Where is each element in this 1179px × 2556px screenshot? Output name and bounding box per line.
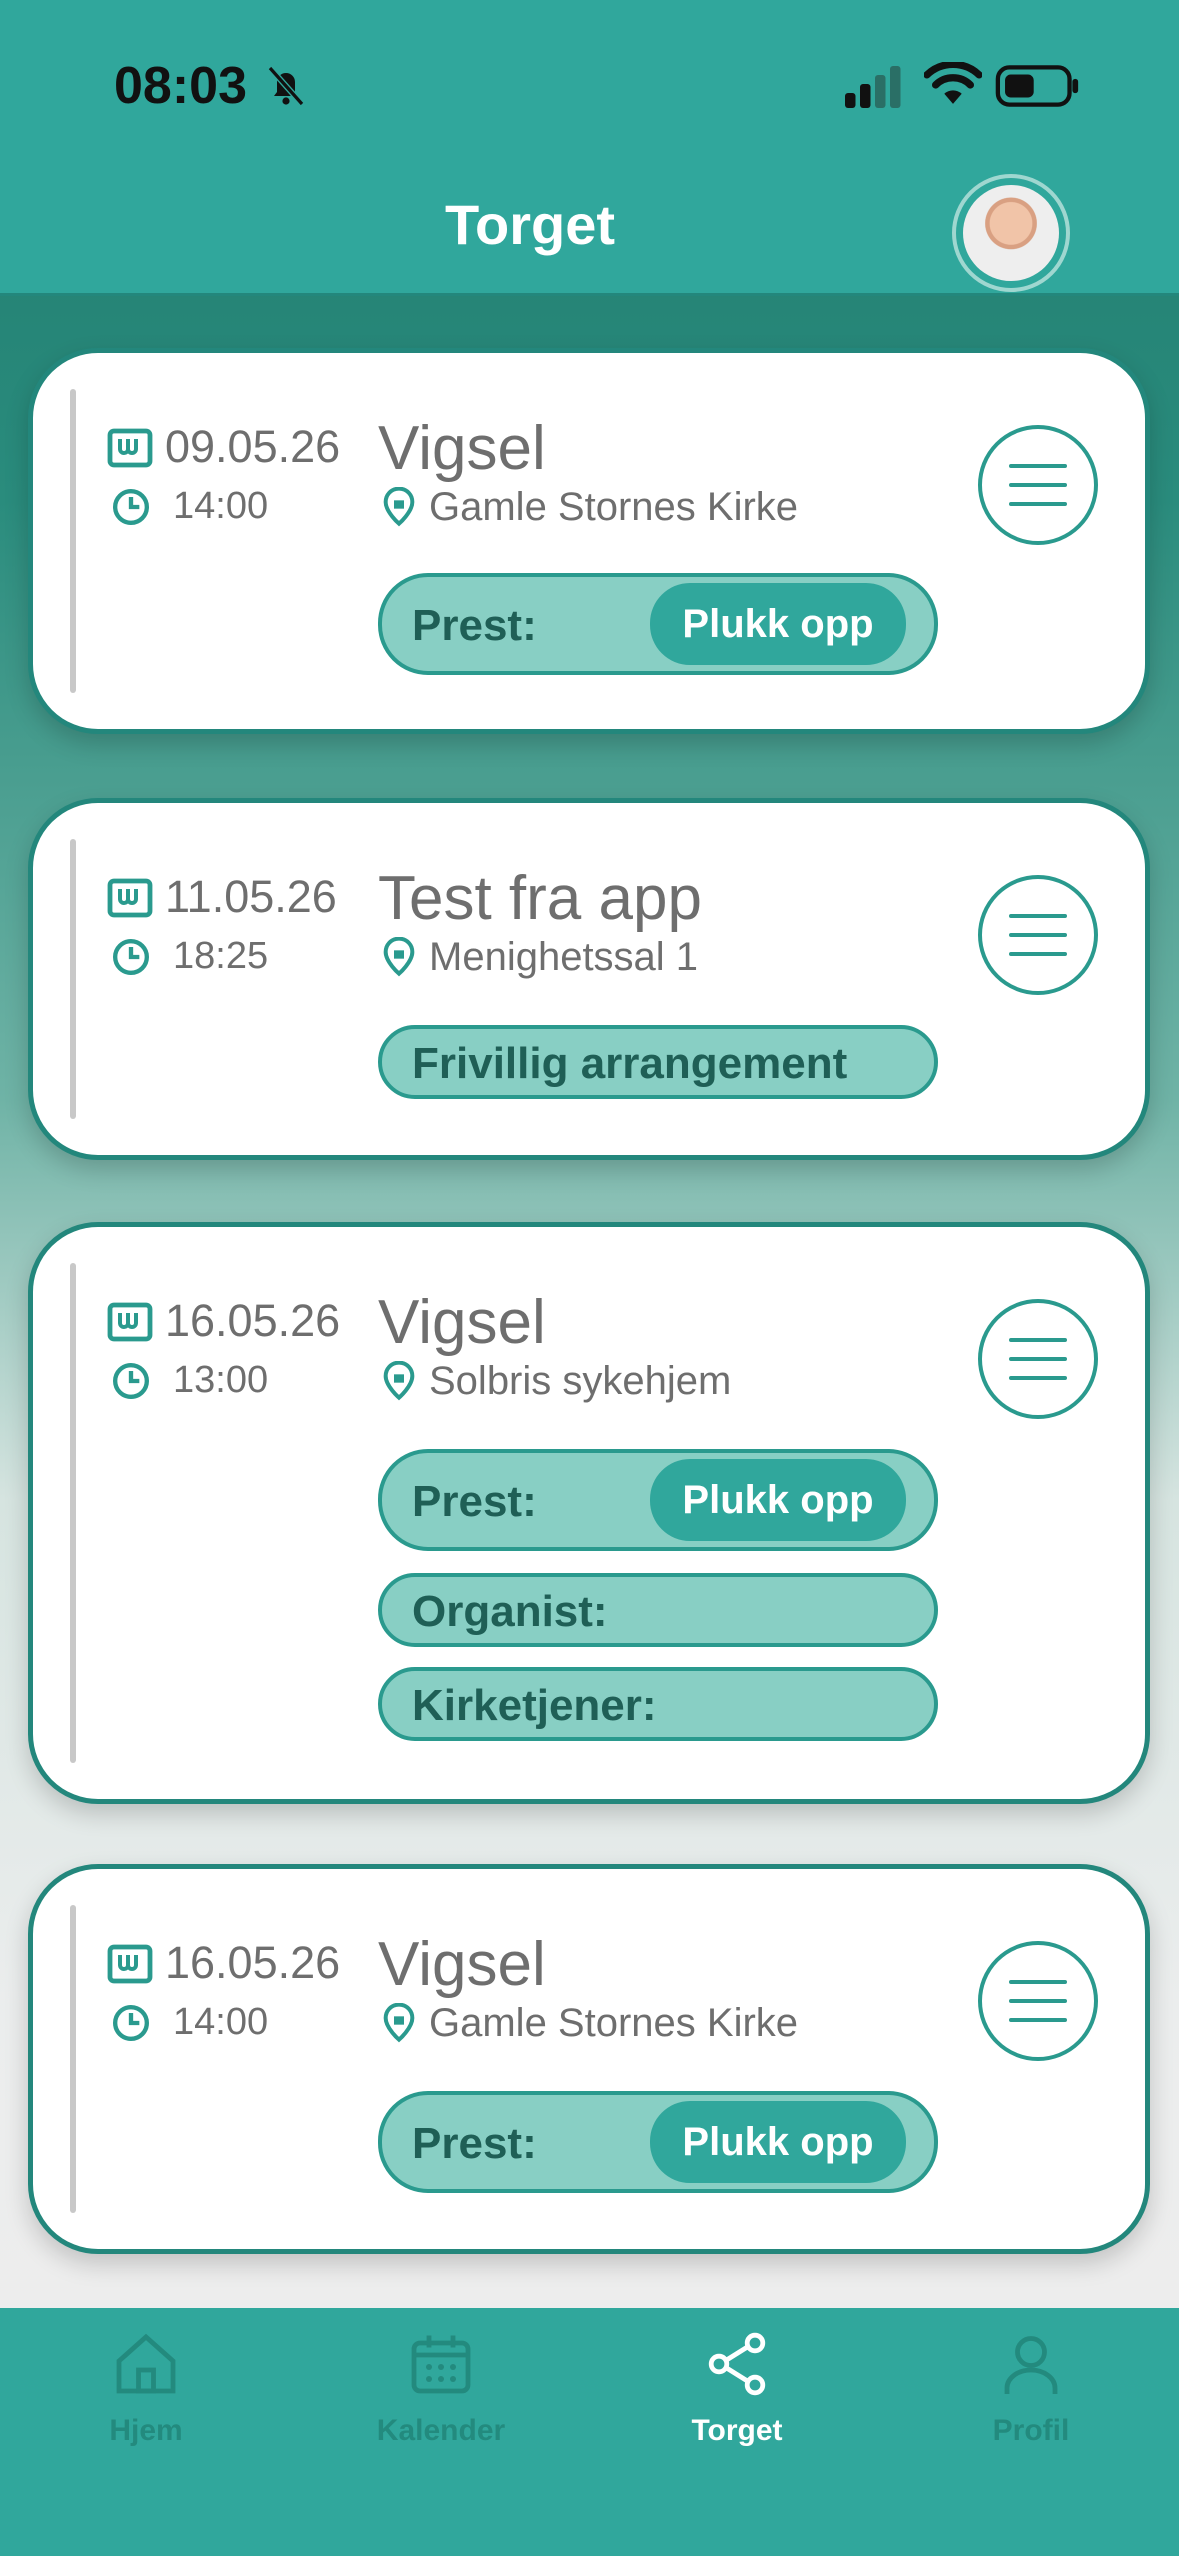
card-divider xyxy=(70,1905,76,2213)
calendar-date-icon xyxy=(107,1302,153,1342)
role-pill-prest: Prest: Plukk opp xyxy=(378,2091,938,2193)
event-title: Vigsel xyxy=(378,1288,546,1357)
location-pin-icon xyxy=(383,1361,415,1401)
pick-up-button[interactable]: Plukk opp xyxy=(650,1459,906,1541)
location-pin-icon xyxy=(383,487,415,527)
hamburger-icon xyxy=(1009,914,1067,918)
pick-up-button[interactable]: Plukk opp xyxy=(650,2101,906,2183)
role-label: Prest: xyxy=(412,1477,537,1526)
event-card[interactable]: 16.05.26 Vigsel 13:00 Solbris sykehjem P… xyxy=(28,1222,1150,1804)
role-pill-kirketjener: Kirketjener: xyxy=(378,1667,938,1741)
role-label: Organist: xyxy=(412,1587,608,1636)
card-divider xyxy=(70,839,76,1119)
status-time: 08:03 xyxy=(114,57,247,115)
tab-label: Kalender xyxy=(376,2414,506,2447)
tab-torget[interactable]: Torget xyxy=(617,2308,857,2508)
event-location: Gamle Stornes Kirke xyxy=(429,2001,799,2045)
profile-avatar-button[interactable] xyxy=(952,174,1070,292)
clock-icon xyxy=(113,489,149,525)
avatar xyxy=(963,185,1059,281)
pick-up-button[interactable]: Plukk opp xyxy=(650,583,906,665)
event-card[interactable]: 11.05.26 Test fra app 18:25 Menighetssal… xyxy=(28,798,1150,1160)
wifi-icon xyxy=(924,62,982,104)
location-pin-icon xyxy=(383,937,415,977)
event-title: Vigsel xyxy=(378,414,546,483)
home-icon xyxy=(116,2333,176,2394)
role-pill-volunteer: Frivillig arrangement xyxy=(378,1025,938,1099)
cellular-signal-icon xyxy=(845,66,901,108)
clock-icon xyxy=(113,939,149,975)
event-card[interactable]: 09.05.26 Vigsel 14:00 Gamle Stornes Kirk… xyxy=(28,348,1150,734)
tab-profil[interactable]: Profil xyxy=(911,2308,1151,2508)
role-pill-prest: Prest: Plukk opp xyxy=(378,1449,938,1551)
bell-muted-icon xyxy=(267,66,305,106)
calendar-icon xyxy=(411,2335,471,2394)
calendar-date-icon xyxy=(107,1944,153,1984)
role-label: Prest: xyxy=(412,601,537,650)
hamburger-icon xyxy=(1009,1980,1067,1984)
share-icon xyxy=(708,2332,766,2396)
event-time: 18:25 xyxy=(173,935,269,977)
card-menu-button[interactable] xyxy=(978,425,1098,545)
card-menu-button[interactable] xyxy=(978,1941,1098,2061)
event-title: Test fra app xyxy=(378,864,702,933)
role-pill-organist: Organist: xyxy=(378,1573,938,1647)
clock-icon xyxy=(113,1363,149,1399)
event-date: 16.05.26 xyxy=(165,1295,341,1346)
person-icon xyxy=(1004,2336,1058,2394)
card-menu-button[interactable] xyxy=(978,875,1098,995)
role-pill-prest: Prest: Plukk opp xyxy=(378,573,938,675)
location-pin-icon xyxy=(383,2003,415,2043)
clock-icon xyxy=(113,2005,149,2041)
tab-hjem[interactable]: Hjem xyxy=(26,2308,266,2508)
card-menu-button[interactable] xyxy=(978,1299,1098,1419)
event-time: 14:00 xyxy=(173,485,269,527)
hamburger-icon xyxy=(1009,464,1067,468)
battery-icon xyxy=(995,65,1079,107)
tab-bar: Hjem Kalender Torget Profil xyxy=(0,2308,1179,2556)
role-label: Prest: xyxy=(412,2119,537,2168)
card-divider xyxy=(70,389,76,693)
hamburger-icon xyxy=(1009,1338,1067,1342)
event-location: Solbris sykehjem xyxy=(429,1359,732,1403)
card-divider xyxy=(70,1263,76,1763)
event-time: 13:00 xyxy=(173,1359,269,1401)
event-location: Gamle Stornes Kirke xyxy=(429,485,799,529)
calendar-date-icon xyxy=(107,878,153,918)
event-date: 11.05.26 xyxy=(165,871,337,922)
tab-label: Hjem xyxy=(109,2414,183,2447)
event-card[interactable]: 16.05.26 Vigsel 14:00 Gamle Stornes Kirk… xyxy=(28,1864,1150,2254)
page-title: Torget xyxy=(444,193,616,256)
event-date: 09.05.26 xyxy=(165,421,341,472)
tab-label: Profil xyxy=(992,2414,1070,2447)
event-title: Vigsel xyxy=(378,1930,546,1999)
tab-label: Torget xyxy=(691,2414,783,2447)
event-time: 14:00 xyxy=(173,2001,269,2043)
role-label: Frivillig arrangement xyxy=(412,1039,848,1088)
header-bar: 08:03 Torget xyxy=(0,0,1179,296)
tab-kalender[interactable]: Kalender xyxy=(321,2308,561,2508)
calendar-date-icon xyxy=(107,428,153,468)
role-label: Kirketjener: xyxy=(412,1681,657,1730)
event-location: Menighetssal 1 xyxy=(429,935,699,979)
event-date: 16.05.26 xyxy=(165,1937,341,1988)
